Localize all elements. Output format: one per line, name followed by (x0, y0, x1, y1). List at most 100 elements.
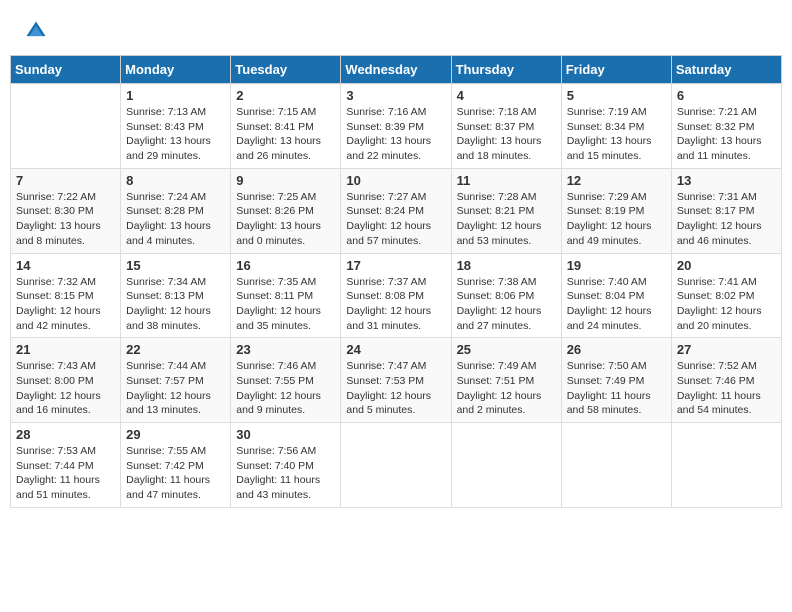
day-number: 7 (16, 173, 115, 188)
day-number: 18 (457, 258, 556, 273)
calendar-cell: 7 Sunrise: 7:22 AMSunset: 8:30 PMDaylight… (11, 168, 121, 253)
calendar-cell: 21 Sunrise: 7:43 AMSunset: 8:00 PMDayligh… (11, 338, 121, 423)
calendar-cell: 11 Sunrise: 7:28 AMSunset: 8:21 PMDayligh… (451, 168, 561, 253)
calendar-week-row: 28 Sunrise: 7:53 AMSunset: 7:44 PMDayligh… (11, 423, 782, 508)
day-number: 22 (126, 342, 225, 357)
cell-info: Sunrise: 7:28 AMSunset: 8:21 PMDaylight:… (457, 190, 556, 249)
cell-info: Sunrise: 7:24 AMSunset: 8:28 PMDaylight:… (126, 190, 225, 249)
calendar-cell: 1 Sunrise: 7:13 AMSunset: 8:43 PMDaylight… (121, 84, 231, 169)
calendar-week-row: 7 Sunrise: 7:22 AMSunset: 8:30 PMDaylight… (11, 168, 782, 253)
calendar-cell: 12 Sunrise: 7:29 AMSunset: 8:19 PMDayligh… (561, 168, 671, 253)
calendar-cell: 8 Sunrise: 7:24 AMSunset: 8:28 PMDaylight… (121, 168, 231, 253)
cell-info: Sunrise: 7:22 AMSunset: 8:30 PMDaylight:… (16, 190, 115, 249)
column-header-thursday: Thursday (451, 56, 561, 84)
calendar-cell: 27 Sunrise: 7:52 AMSunset: 7:46 PMDayligh… (671, 338, 781, 423)
calendar-cell: 9Sunrise: 7:25 AMSunset: 8:26 PMDaylight… (231, 168, 341, 253)
calendar-cell: 2 Sunrise: 7:15 AMSunset: 8:41 PMDaylight… (231, 84, 341, 169)
calendar-cell: 14 Sunrise: 7:32 AMSunset: 8:15 PMDayligh… (11, 253, 121, 338)
logo (25, 20, 51, 42)
calendar-cell: 24Sunrise: 7:47 AMSunset: 7:53 PMDayligh… (341, 338, 451, 423)
column-header-wednesday: Wednesday (341, 56, 451, 84)
day-number: 8 (126, 173, 225, 188)
cell-info: Sunrise: 7:44 AMSunset: 7:57 PMDaylight:… (126, 359, 225, 418)
cell-info: Sunrise: 7:15 AMSunset: 8:41 PMDaylight:… (236, 105, 335, 164)
day-number: 21 (16, 342, 115, 357)
calendar-cell: 17 Sunrise: 7:37 AMSunset: 8:08 PMDayligh… (341, 253, 451, 338)
calendar-cell: 20Sunrise: 7:41 AMSunset: 8:02 PMDayligh… (671, 253, 781, 338)
day-number: 23 (236, 342, 335, 357)
cell-info: Sunrise: 7:49 AMSunset: 7:51 PMDaylight:… (457, 359, 556, 418)
cell-info: Sunrise: 7:34 AMSunset: 8:13 PMDaylight:… (126, 275, 225, 334)
column-header-sunday: Sunday (11, 56, 121, 84)
cell-info: Sunrise: 7:29 AMSunset: 8:19 PMDaylight:… (567, 190, 666, 249)
day-number: 27 (677, 342, 776, 357)
calendar-header-row: SundayMondayTuesdayWednesdayThursdayFrid… (11, 56, 782, 84)
cell-info: Sunrise: 7:16 AMSunset: 8:39 PMDaylight:… (346, 105, 445, 164)
day-number: 13 (677, 173, 776, 188)
calendar-cell: 16 Sunrise: 7:35 AMSunset: 8:11 PMDayligh… (231, 253, 341, 338)
calendar-cell (11, 84, 121, 169)
calendar-cell (451, 423, 561, 508)
cell-info: Sunrise: 7:43 AMSunset: 8:00 PMDaylight:… (16, 359, 115, 418)
day-number: 28 (16, 427, 115, 442)
day-number: 20 (677, 258, 776, 273)
calendar-cell: 22 Sunrise: 7:44 AMSunset: 7:57 PMDayligh… (121, 338, 231, 423)
day-number: 16 (236, 258, 335, 273)
calendar-cell: 3 Sunrise: 7:16 AMSunset: 8:39 PMDaylight… (341, 84, 451, 169)
day-number: 2 (236, 88, 335, 103)
day-number: 15 (126, 258, 225, 273)
day-number: 12 (567, 173, 666, 188)
column-header-friday: Friday (561, 56, 671, 84)
cell-info: Sunrise: 7:52 AMSunset: 7:46 PMDaylight:… (677, 359, 776, 418)
calendar-cell: 18 Sunrise: 7:38 AMSunset: 8:06 PMDayligh… (451, 253, 561, 338)
cell-info: Sunrise: 7:40 AMSunset: 8:04 PMDaylight:… (567, 275, 666, 334)
logo-icon (25, 20, 47, 42)
day-number: 10 (346, 173, 445, 188)
calendar-table: SundayMondayTuesdayWednesdayThursdayFrid… (10, 55, 782, 508)
day-number: 6 (677, 88, 776, 103)
calendar-cell (561, 423, 671, 508)
cell-info: Sunrise: 7:56 AMSunset: 7:40 PMDaylight:… (236, 444, 335, 503)
calendar-cell: 19 Sunrise: 7:40 AMSunset: 8:04 PMDayligh… (561, 253, 671, 338)
calendar-cell: 25Sunrise: 7:49 AMSunset: 7:51 PMDayligh… (451, 338, 561, 423)
day-number: 30 (236, 427, 335, 442)
calendar-cell: 29Sunrise: 7:55 AMSunset: 7:42 PMDayligh… (121, 423, 231, 508)
cell-info: Sunrise: 7:19 AMSunset: 8:34 PMDaylight:… (567, 105, 666, 164)
cell-info: Sunrise: 7:50 AMSunset: 7:49 PMDaylight:… (567, 359, 666, 418)
cell-info: Sunrise: 7:18 AMSunset: 8:37 PMDaylight:… (457, 105, 556, 164)
day-number: 11 (457, 173, 556, 188)
calendar-week-row: 1 Sunrise: 7:13 AMSunset: 8:43 PMDaylight… (11, 84, 782, 169)
day-number: 3 (346, 88, 445, 103)
cell-info: Sunrise: 7:13 AMSunset: 8:43 PMDaylight:… (126, 105, 225, 164)
calendar-cell: 4 Sunrise: 7:18 AMSunset: 8:37 PMDaylight… (451, 84, 561, 169)
cell-info: Sunrise: 7:38 AMSunset: 8:06 PMDaylight:… (457, 275, 556, 334)
day-number: 14 (16, 258, 115, 273)
calendar-cell: 30 Sunrise: 7:56 AMSunset: 7:40 PMDayligh… (231, 423, 341, 508)
day-number: 4 (457, 88, 556, 103)
cell-info: Sunrise: 7:25 AMSunset: 8:26 PMDaylight:… (236, 190, 335, 249)
cell-info: Sunrise: 7:37 AMSunset: 8:08 PMDaylight:… (346, 275, 445, 334)
calendar-cell: 6 Sunrise: 7:21 AMSunset: 8:32 PMDaylight… (671, 84, 781, 169)
calendar-cell: 5 Sunrise: 7:19 AMSunset: 8:34 PMDaylight… (561, 84, 671, 169)
day-number: 29 (126, 427, 225, 442)
column-header-tuesday: Tuesday (231, 56, 341, 84)
calendar-cell: 28 Sunrise: 7:53 AMSunset: 7:44 PMDayligh… (11, 423, 121, 508)
day-number: 19 (567, 258, 666, 273)
day-number: 17 (346, 258, 445, 273)
column-header-saturday: Saturday (671, 56, 781, 84)
calendar-cell: 26 Sunrise: 7:50 AMSunset: 7:49 PMDayligh… (561, 338, 671, 423)
calendar-week-row: 14 Sunrise: 7:32 AMSunset: 8:15 PMDayligh… (11, 253, 782, 338)
cell-info: Sunrise: 7:35 AMSunset: 8:11 PMDaylight:… (236, 275, 335, 334)
day-number: 24 (346, 342, 445, 357)
day-number: 5 (567, 88, 666, 103)
column-header-monday: Monday (121, 56, 231, 84)
cell-info: Sunrise: 7:31 AMSunset: 8:17 PMDaylight:… (677, 190, 776, 249)
calendar-cell: 15 Sunrise: 7:34 AMSunset: 8:13 PMDayligh… (121, 253, 231, 338)
day-number: 26 (567, 342, 666, 357)
calendar-week-row: 21 Sunrise: 7:43 AMSunset: 8:00 PMDayligh… (11, 338, 782, 423)
day-number: 1 (126, 88, 225, 103)
cell-info: Sunrise: 7:27 AMSunset: 8:24 PMDaylight:… (346, 190, 445, 249)
cell-info: Sunrise: 7:21 AMSunset: 8:32 PMDaylight:… (677, 105, 776, 164)
cell-info: Sunrise: 7:32 AMSunset: 8:15 PMDaylight:… (16, 275, 115, 334)
cell-info: Sunrise: 7:53 AMSunset: 7:44 PMDaylight:… (16, 444, 115, 503)
